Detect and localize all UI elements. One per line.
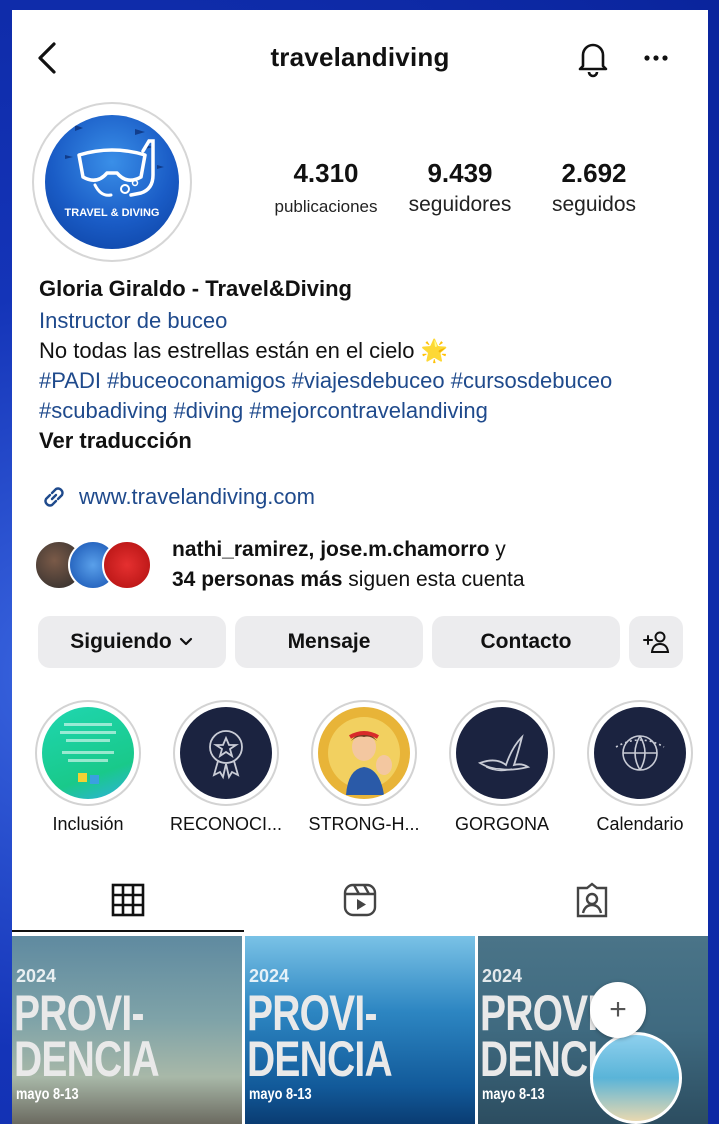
see-translation-link[interactable]: Ver traducción <box>39 426 699 456</box>
contact-button-label: Contacto <box>480 630 572 653</box>
stat-posts[interactable]: 4.310 publicaciones <box>266 158 386 217</box>
tab-reels[interactable] <box>340 880 380 920</box>
avatar-image: TRAVEL & DIVING <box>45 115 179 249</box>
followed-by-line-2: 34 personas más siguen esta cuenta <box>172 568 525 592</box>
avatar-logo-text: TRAVEL & DIVING <box>64 207 160 219</box>
following-button[interactable]: Siguiendo <box>38 616 226 668</box>
bio-text: No todas las estrellas están en el cielo… <box>39 338 448 363</box>
highlight-label: GORGONA <box>454 814 549 834</box>
website-url: www.travelandiving.com <box>79 484 315 509</box>
profile-category: Instructor de buceo <box>39 308 228 333</box>
contact-button[interactable]: Contacto <box>432 616 620 668</box>
highlight-image <box>456 707 548 799</box>
highlight-label: RECONOCI... <box>169 814 282 834</box>
followed-by-and: y <box>489 538 506 561</box>
highlight-cover <box>35 700 141 806</box>
following-button-label: Siguiendo <box>70 630 172 653</box>
post-title-line-2: DENCI <box>480 1031 598 1087</box>
profile-name: Gloria Giraldo - Travel&Diving <box>39 276 352 301</box>
profile-screen: travelandiving TRAVEL & DIVING 4.310 pub… <box>12 10 708 1124</box>
profile-tabs <box>12 874 708 934</box>
award-ribbon-icon <box>209 730 243 780</box>
posts-count: 4.310 <box>293 158 359 188</box>
following-label: seguidos <box>551 193 637 216</box>
active-tab-indicator <box>12 930 244 932</box>
story-preview-bubble[interactable] <box>590 1032 682 1124</box>
highlight-image <box>594 707 686 799</box>
post-title-line-2: DENCIA <box>247 1031 393 1087</box>
chevron-down-icon <box>179 637 192 646</box>
rosie-illustration <box>328 717 400 795</box>
add-person-icon <box>643 631 670 653</box>
highlight-image <box>318 707 410 799</box>
post-title-line-2: DENCIA <box>14 1031 160 1087</box>
suggest-people-button[interactable] <box>629 616 683 668</box>
followed-by-line-1: nathi_ramirez, jose.m.chamorro y <box>172 538 506 562</box>
post-date: mayo 8-13 <box>482 1086 545 1103</box>
highlight-label: Inclusión <box>52 814 124 834</box>
highlight-gorgona[interactable]: GORGONA <box>442 700 562 835</box>
followed-by-count: 34 personas más <box>172 568 343 591</box>
notifications-button[interactable] <box>574 38 612 78</box>
followed-by[interactable]: nathi_ramirez, jose.m.chamorro y 34 pers… <box>34 536 694 596</box>
posts-label: publicaciones <box>274 197 378 216</box>
post-date: mayo 8-13 <box>16 1086 79 1103</box>
highlight-reconocimientos[interactable]: RECONOCI... <box>166 700 286 835</box>
followers-count: 9.439 <box>427 158 493 188</box>
highlight-cover <box>173 700 279 806</box>
post-thumbnail[interactable]: 2024 PROVI DENCI mayo 8-13 <box>478 936 708 1124</box>
highlight-strong-her[interactable]: STRONG-H... <box>304 700 424 835</box>
website-link[interactable]: www.travelandiving.com <box>39 480 315 514</box>
stat-followers[interactable]: 9.439 seguidores <box>400 158 520 217</box>
highlight-cover <box>311 700 417 806</box>
bell-icon <box>578 43 608 78</box>
puzzle-graphic <box>60 723 116 784</box>
highlight-cover <box>587 700 693 806</box>
profile-avatar[interactable]: TRAVEL & DIVING <box>32 102 192 262</box>
message-button[interactable]: Mensaje <box>235 616 423 668</box>
plus-icon: + <box>609 993 627 1026</box>
followed-by-names: nathi_ramirez, jose.m.chamorro <box>172 538 490 561</box>
tagged-icon <box>576 882 608 918</box>
grid-icon <box>111 883 145 917</box>
post-thumbnail[interactable]: 2024 PROVI- DENCIA mayo 8-13 <box>12 936 242 1124</box>
stat-following[interactable]: 2.692 seguidos <box>538 158 650 217</box>
globe-icon <box>615 735 665 771</box>
followers-label: seguidores <box>408 193 512 216</box>
bio-hashtags-line-2[interactable]: #scubadiving #diving #mejorcontravelandi… <box>39 396 699 426</box>
followed-by-suffix: siguen esta cuenta <box>342 568 525 591</box>
highlight-cover <box>449 700 555 806</box>
highlight-inclusion[interactable]: Inclusión <box>28 700 148 835</box>
bio-hashtags-line-1[interactable]: #PADI #buceoconamigos #viajesdebuceo #cu… <box>39 366 699 396</box>
more-icon <box>644 55 668 61</box>
whale-tail-icon <box>477 734 531 772</box>
link-icon <box>44 487 64 507</box>
diving-mask-logo <box>65 125 164 197</box>
top-bar: travelandiving <box>12 28 708 88</box>
highlight-label: STRONG-H... <box>308 814 420 834</box>
following-count: 2.692 <box>561 158 627 188</box>
post-thumbnail[interactable]: 2024 PROVI- DENCIA mayo 8-13 <box>245 936 475 1124</box>
message-button-label: Mensaje <box>287 630 371 653</box>
profile-bio: Gloria Giraldo - Travel&Diving Instructo… <box>39 272 699 456</box>
highlight-image <box>180 707 272 799</box>
highlight-image <box>42 707 134 799</box>
tab-posts[interactable] <box>108 880 148 920</box>
more-options-button[interactable] <box>638 40 674 76</box>
follower-avatar-3 <box>102 540 152 590</box>
highlight-calendario[interactable]: Calendario <box>580 700 700 835</box>
tab-tagged[interactable] <box>572 880 612 920</box>
reels-icon <box>343 883 377 917</box>
highlight-label: Calendario <box>596 814 684 834</box>
add-story-button[interactable]: + <box>590 982 646 1038</box>
post-date: mayo 8-13 <box>249 1086 312 1103</box>
